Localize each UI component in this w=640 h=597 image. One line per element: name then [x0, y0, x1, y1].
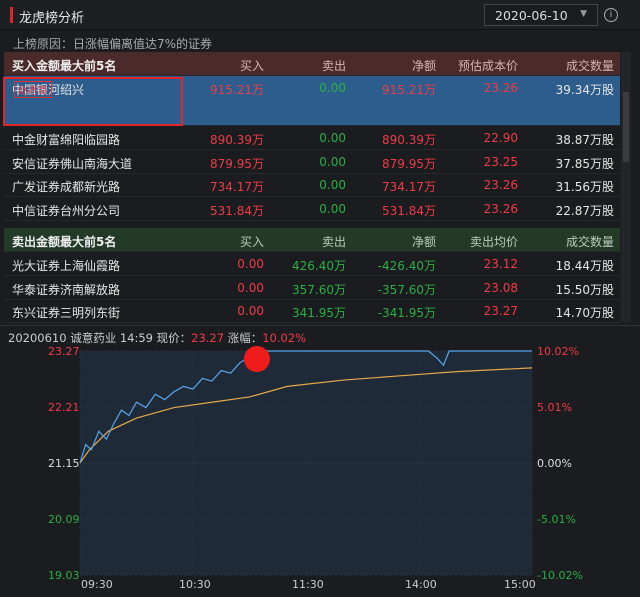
cell-vol: 22.87万股: [555, 203, 614, 218]
x-tick: 15:00: [504, 578, 536, 591]
column-header[interactable]: 预估成本价: [458, 57, 518, 74]
scrollbar-thumb[interactable]: [623, 92, 629, 162]
cell-name: 中金财富绵阳临园路: [12, 133, 121, 147]
cell-name: 广发证券成都新光路: [12, 180, 121, 194]
page-title: 龙虎榜分析: [19, 11, 85, 26]
table-row[interactable]: 中金财富绵阳临园路 890.39万 0.00 890.39万 22.90 38.87万股: [4, 126, 620, 150]
cell-sell: 0.00: [319, 201, 346, 216]
highlight-box: [3, 77, 183, 126]
column-header[interactable]: 净额: [412, 233, 436, 250]
cell-vol: 37.85万股: [555, 156, 614, 171]
y-tick-left: 20.09: [48, 513, 80, 526]
table-row[interactable]: 中信证券台州分公司 531.84万 0.00 531.84万 23.26 22.87万股: [4, 197, 620, 221]
y-tick-right: 5.01%: [537, 401, 572, 414]
table-row[interactable]: 广发证券成都新光路 734.17万 0.00 734.17万 23.26 31.56万股: [4, 173, 620, 197]
cell-buy: 734.17万: [210, 180, 264, 194]
scrollbar[interactable]: [621, 52, 631, 322]
table-row[interactable]: 华泰证券济南解放路 0.00 357.60万 -357.60万 23.08 15.50万股: [4, 276, 620, 300]
cell-vol: 31.56万股: [555, 180, 614, 194]
cell-sell: 0.00: [319, 154, 346, 169]
cell-price: 22.90: [483, 131, 518, 145]
cell-buy: 531.84万: [210, 203, 264, 218]
y-tick-left: 21.15: [48, 457, 80, 470]
cell-buy: 890.39万: [210, 133, 264, 147]
cell-sell: 357.60万: [292, 282, 346, 297]
cell-sell: 0.00: [319, 131, 346, 145]
cell-sell: 0.00: [319, 81, 346, 95]
y-tick-right: -10.02%: [537, 569, 583, 582]
info-icon[interactable]: i: [604, 8, 618, 22]
cell-vol: 14.70万股: [555, 306, 614, 320]
sell-table-header: 卖出金额最大前5名 买入 卖出 净额 卖出均价 成交数量: [4, 228, 620, 252]
price-marker: [243, 346, 270, 372]
column-header[interactable]: 买入金额最大前5名: [12, 57, 116, 74]
table-row[interactable]: 光大证券上海仙霞路 0.00 426.40万 -426.40万 23.12 18.44万股: [4, 252, 620, 276]
cell-price: 23.26: [483, 201, 518, 216]
cell-sell: 426.40万: [292, 259, 346, 273]
x-tick: 10:30: [179, 578, 211, 591]
cell-name: 华泰证券济南解放路: [12, 282, 121, 297]
y-tick-left: 22.21: [48, 401, 80, 414]
x-tick: 14:00: [405, 578, 437, 591]
buy-table-header: 买入金额最大前5名 买入 卖出 净额 预估成本价 成交数量: [4, 52, 620, 76]
column-header[interactable]: 买入: [240, 233, 264, 250]
cell-net: 890.39万: [382, 133, 436, 147]
cell-price: 23.25: [483, 154, 518, 169]
cell-price: 23.12: [483, 257, 518, 271]
cell-vol: 38.87万股: [555, 133, 614, 147]
x-tick: 11:30: [292, 578, 324, 591]
cell-buy: 915.21万: [210, 83, 264, 97]
cell-price: 23.08: [483, 280, 518, 295]
cell-vol: 39.34万股: [555, 83, 614, 97]
cell-net: 879.95万: [382, 156, 436, 171]
cell-net: -341.95万: [377, 306, 436, 320]
cell-name: 光大证券上海仙霞路: [12, 259, 121, 273]
column-header[interactable]: 卖出: [322, 233, 346, 250]
cell-sell: 341.95万: [292, 306, 346, 320]
cell-buy: 0.00: [237, 304, 264, 318]
date-select[interactable]: 2020-06-10 ▼: [484, 4, 598, 26]
cell-buy: 0.00: [237, 280, 264, 295]
chart-svg: 23.27 22.21 21.15 20.09 19.03 10.02% 5.01% 0.00…: [48, 345, 583, 591]
column-header[interactable]: 成交数量: [566, 57, 614, 74]
cell-price: 23.27: [483, 304, 518, 318]
y-tick-left: 19.03: [48, 569, 80, 582]
cell-net: 915.21万: [382, 83, 436, 97]
cell-buy: 879.95万: [210, 156, 264, 171]
table-row[interactable]: 东兴证券三明列东街 0.00 341.95万 -341.95万 23.27 14.70万股: [4, 299, 620, 323]
cell-name: 安信证券佛山南海大道: [12, 156, 133, 171]
cell-buy: 0.00: [237, 257, 264, 271]
cell-net: -426.40万: [377, 259, 436, 273]
cell-price: 23.26: [483, 178, 518, 192]
cell-price: 23.26: [483, 81, 518, 95]
cell-net: 531.84万: [382, 203, 436, 218]
cell-net: 734.17万: [382, 180, 436, 194]
column-header[interactable]: 卖出金额最大前5名: [12, 233, 116, 250]
chevron-down-icon: ▼: [580, 9, 587, 19]
y-tick-right: 0.00%: [537, 457, 572, 470]
date-value: 2020-06-10: [495, 8, 568, 23]
cell-name: 东兴证券三明列东街: [12, 306, 121, 320]
cell-net: -357.60万: [377, 282, 436, 297]
title-bar: 龙虎榜分析 2020-06-10 ▼ i: [0, 0, 640, 30]
list-reason: 上榜原因：日涨幅偏离值达7%的证券: [13, 37, 213, 51]
cell-name: 中信证券台州分公司: [12, 203, 121, 218]
cell-vol: 18.44万股: [555, 259, 614, 273]
column-header[interactable]: 净额: [412, 57, 436, 74]
y-tick-right: 10.02%: [537, 345, 579, 358]
title-accent: [10, 7, 13, 23]
table-row[interactable]: 安信证券佛山南海大道 879.95万 0.00 879.95万 23.25 37.85万股: [4, 150, 620, 174]
y-tick-right: -5.01%: [537, 513, 576, 526]
intraday-chart: 20200610 诚意药业 14:59 现价：23.27 涨幅：10.02% 2…: [0, 325, 640, 596]
column-header[interactable]: 成交数量: [566, 233, 614, 250]
x-tick: 09:30: [81, 578, 113, 591]
column-header[interactable]: 卖出均价: [470, 233, 518, 250]
cell-sell: 0.00: [319, 178, 346, 192]
column-header[interactable]: 买入: [240, 57, 264, 74]
cell-vol: 15.50万股: [555, 282, 614, 297]
column-header[interactable]: 卖出: [322, 57, 346, 74]
y-tick-left: 23.27: [48, 345, 80, 358]
